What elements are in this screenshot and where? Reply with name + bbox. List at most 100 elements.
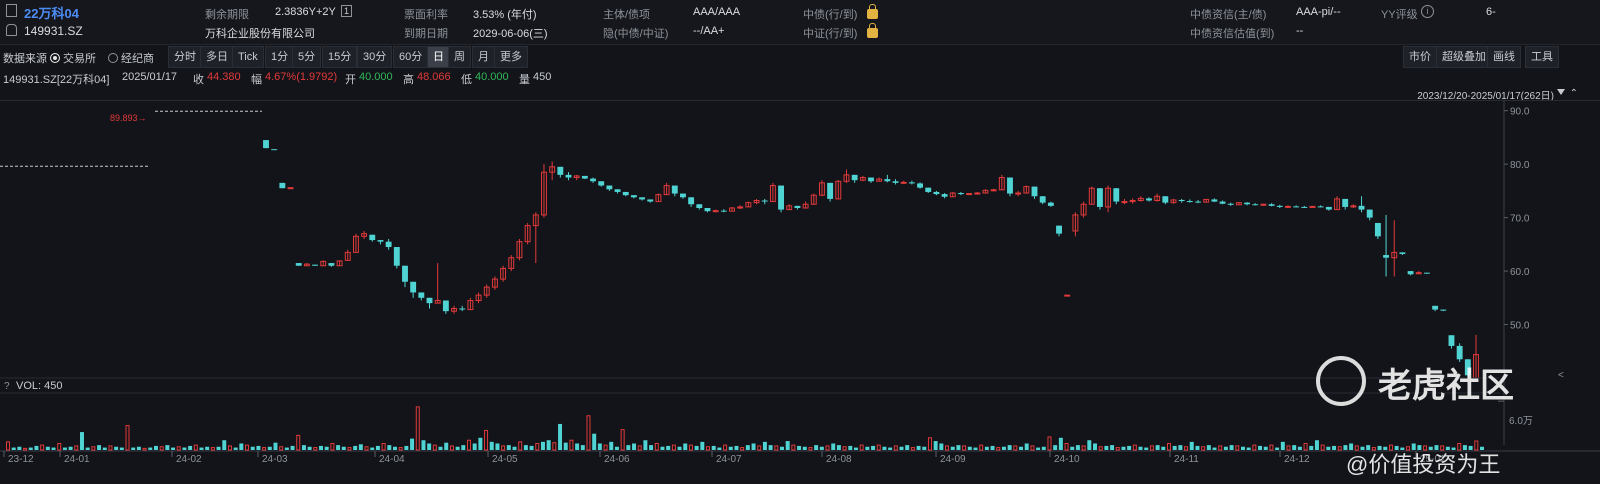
volume-bar [717, 447, 722, 450]
volume-bar [176, 446, 181, 451]
candle-body-up [1260, 203, 1267, 206]
field-label-cbr-val: 中债资信估值(到) [1190, 28, 1275, 40]
volume-bar [711, 445, 716, 450]
candle-body-down [1440, 309, 1447, 311]
high-label: 高 [403, 74, 414, 86]
issuer-name[interactable]: 万科企业股份有限公司 [205, 25, 315, 41]
volume-bar [876, 444, 881, 451]
period-button-tick[interactable]: Tick [232, 46, 264, 68]
field-label-coupon: 票面利率 [404, 9, 448, 21]
bell-icon[interactable] [6, 24, 17, 36]
volume-bar [1007, 445, 1012, 450]
doc-icon [6, 4, 17, 17]
lock-icon[interactable] [867, 4, 878, 21]
market-price-button[interactable]: 市价 [1403, 46, 1437, 68]
volume-bar [1053, 445, 1058, 450]
volume-bar [785, 441, 790, 450]
volume-bar [734, 445, 739, 450]
volume-bar [871, 445, 876, 450]
volume-bar [563, 442, 568, 450]
volume-bar [580, 445, 585, 450]
period-button-30min[interactable]: 30分 [357, 46, 393, 68]
period-button-day[interactable]: 日 [427, 46, 450, 68]
bond-name[interactable]: 22万科04 [24, 3, 79, 22]
period-button-more[interactable]: 更多 [494, 46, 528, 68]
vol-help-icon[interactable]: ? [4, 381, 10, 392]
period-button-tick-time[interactable]: 分时 [168, 46, 202, 68]
volume-bar [1013, 445, 1018, 451]
chart-toolbar: 数据来源 交易所 经纪商 分时 多日 Tick 1分 5分 15分 30分 60… [0, 46, 1600, 68]
volume-bar [586, 415, 591, 451]
field-value-cbr-credit: AAA-pi/-- [1296, 6, 1341, 18]
volume-bar [649, 445, 654, 450]
info-icon[interactable]: i [1421, 5, 1434, 18]
volume-bar [301, 445, 306, 450]
radio-broker[interactable]: 经纪商 [108, 50, 154, 66]
volume-bar [455, 446, 460, 450]
volume-bar [751, 443, 756, 450]
volume-bar [1201, 446, 1206, 451]
chevron-right-icon[interactable]: < [1558, 370, 1564, 381]
volume-bar [324, 446, 329, 450]
volume-bar [546, 440, 551, 450]
lock-icon[interactable] [867, 23, 878, 40]
collapse-icon[interactable]: ⌃ [1570, 88, 1578, 99]
volume-bar [387, 445, 392, 450]
volume-bar [569, 439, 574, 451]
super-overlay-button[interactable]: 超级叠加 [1436, 46, 1492, 68]
open-label: 开 [345, 74, 356, 86]
radio-exchange[interactable]: 交易所 [50, 50, 96, 66]
candle-body-up [900, 181, 907, 184]
volume-bar [882, 446, 887, 450]
candle-body-down [761, 200, 768, 202]
volume-bar [802, 446, 807, 450]
volume-bar [1269, 444, 1274, 451]
volume-bar [990, 445, 995, 450]
period-button-month[interactable]: 月 [472, 46, 495, 68]
period-button-15min[interactable]: 15分 [322, 46, 358, 68]
volume-bar [358, 444, 363, 450]
volume-bar [836, 445, 841, 450]
period-button-60min[interactable]: 60分 [393, 46, 429, 68]
volume-bar [233, 447, 238, 450]
candle-body-down [696, 204, 703, 208]
volume-bar [979, 444, 984, 451]
volume-bar [523, 445, 528, 450]
candle-body-down [426, 297, 433, 304]
volume-bar [927, 437, 932, 451]
candlestick-chart[interactable]: 90.0 80.0 70.0 60.0 50.0 23-12 24-01 24-02 24-0… [0, 100, 1600, 484]
radio-on-icon [50, 53, 60, 63]
low-value: 40.000 [475, 71, 509, 83]
period-button-week[interactable]: 周 [448, 46, 471, 68]
candle-body-down [1342, 198, 1349, 207]
field-label-implied: 隐(中债/中证) [603, 28, 669, 40]
vol-title: VOL: 450 [16, 380, 63, 392]
volume-bar [1292, 445, 1297, 450]
tools-button[interactable]: 工具 [1525, 46, 1559, 68]
period-button-5min[interactable]: 5分 [292, 46, 322, 68]
volume-bar [256, 445, 261, 450]
volume-bar [341, 446, 346, 450]
low-label: 低 [461, 74, 472, 86]
draw-line-button[interactable]: 画线 [1487, 46, 1521, 68]
watermark-author: @价值投资为王 [1346, 452, 1501, 477]
candle-body-down [1301, 206, 1308, 208]
scrollbar[interactable] [1557, 100, 1565, 445]
volume-bar [199, 447, 204, 450]
candle-body-down [1113, 188, 1120, 202]
volume-bar [888, 447, 893, 450]
vol-axis-label: 6.0万 [1509, 416, 1533, 427]
watermark-brand: 老虎社区 [1378, 367, 1514, 405]
period-button-1min[interactable]: 1分 [265, 46, 295, 68]
volume-bar [136, 446, 141, 450]
dropdown-icon[interactable] [1557, 89, 1565, 95]
candle-body-down [941, 194, 948, 197]
candle-body-down [581, 175, 588, 179]
volume-bar [353, 445, 358, 450]
candle-body-down [1424, 272, 1430, 274]
volume-bar [597, 443, 602, 450]
candle-body-down [1374, 222, 1381, 237]
period-button-multiday[interactable]: 多日 [200, 46, 234, 68]
volume-bar [23, 447, 28, 451]
candle-body-down [459, 308, 466, 310]
